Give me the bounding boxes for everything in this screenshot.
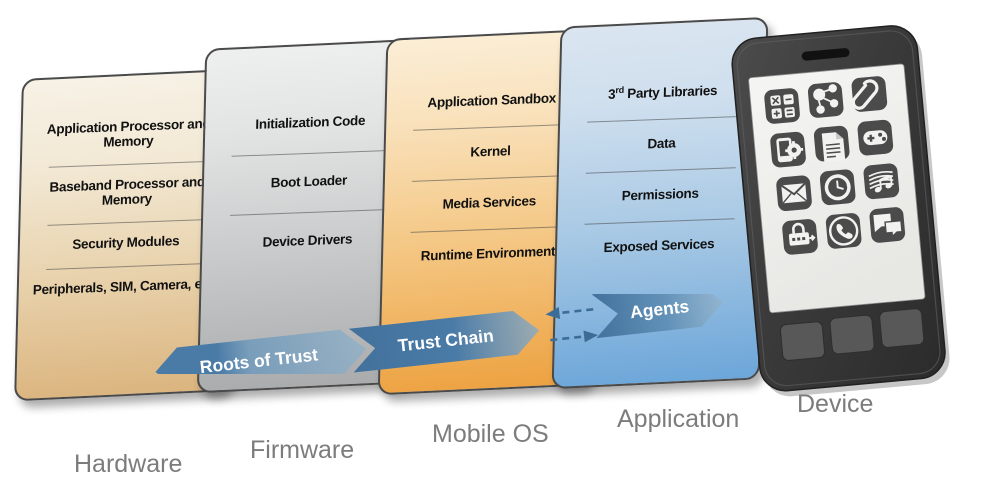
device-button xyxy=(829,314,875,355)
layer-item: Baseband Processor and Memory xyxy=(30,161,223,226)
layer-item: Security Modules xyxy=(29,219,222,269)
third-party-ordinal-suffix: rd xyxy=(615,84,625,96)
stage-label-firmware: Firmware xyxy=(250,436,355,464)
stage-label-application: Application xyxy=(617,405,740,433)
device-button xyxy=(779,321,826,361)
layer-item: Data xyxy=(569,116,754,174)
stage-label-device: Device xyxy=(797,390,874,418)
banner-segment-trust-chain: Trust Chain xyxy=(348,310,540,373)
device-phone[interactable] xyxy=(728,12,978,412)
lock-security-icon[interactable] xyxy=(782,218,819,255)
calculator-icon[interactable] xyxy=(764,88,801,125)
banner-segment-agents: Agents xyxy=(591,294,724,339)
layer-item: Initialization Code xyxy=(255,112,366,132)
layer-item: Application Processor and Memory xyxy=(46,115,211,150)
mail-icon[interactable] xyxy=(776,175,813,212)
connector-left-arrow xyxy=(545,307,594,319)
layer-item: Boot Loader xyxy=(213,150,404,216)
clock-icon[interactable] xyxy=(819,169,856,206)
connector-right-arrow xyxy=(550,330,599,343)
music-icon[interactable] xyxy=(863,163,900,200)
third-party-rest: Party Libraries xyxy=(627,82,718,102)
layer-item: Device Drivers xyxy=(212,209,403,275)
gamepad-icon[interactable] xyxy=(857,119,894,156)
phone-icon[interactable] xyxy=(825,212,862,249)
document-icon[interactable] xyxy=(813,125,850,163)
device-settings-icon[interactable] xyxy=(770,131,807,168)
device-button xyxy=(879,308,925,348)
banner-segment-roots-of-trust: Roots of Trust xyxy=(155,329,367,374)
banner-connectors xyxy=(545,307,599,343)
stage-label-hardware: Hardware xyxy=(74,450,183,478)
chat-icon[interactable] xyxy=(869,206,906,243)
layer-item: Exposed Services xyxy=(566,218,751,276)
stage-label-mobileos: Mobile OS xyxy=(432,420,549,448)
share-network-icon[interactable] xyxy=(807,82,844,119)
paperclip-icon[interactable] xyxy=(851,76,888,113)
diagram-canvas: Application Processor and Memory Baseban… xyxy=(0,0,984,500)
trust-chain-banner: Roots of Trust Trust Chain Agents xyxy=(145,294,735,374)
layer-item: Permissions xyxy=(568,167,753,225)
